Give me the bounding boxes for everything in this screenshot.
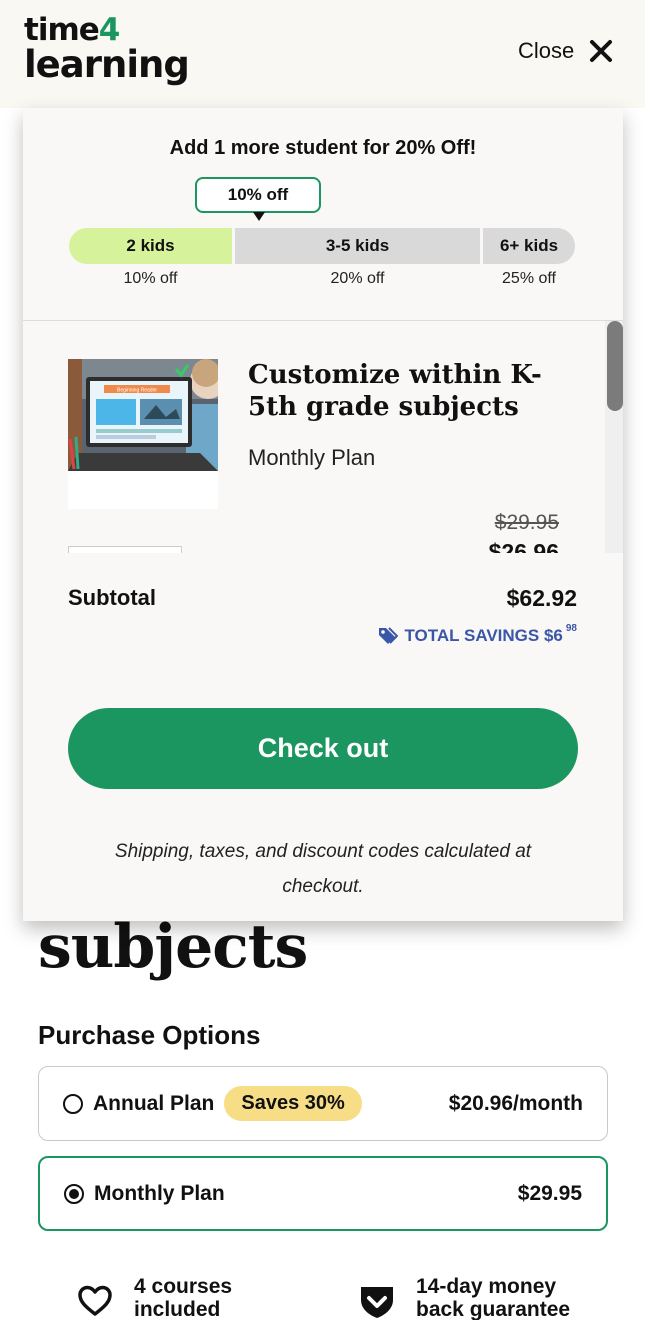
cart-item-original-price: $29.95 (494, 511, 559, 534)
annual-plan-radio[interactable] (63, 1093, 83, 1114)
tier-progress-bar: 2 kids 3-5 kids 6+ kids (69, 228, 575, 264)
cart-item-list[interactable]: Beginning Reader Customize within K-5th … (23, 321, 623, 553)
tier-2-kids: 2 kids (69, 228, 232, 264)
product-image: Beginning Reader (68, 359, 218, 509)
heart-icon (78, 1285, 112, 1316)
saves-badge: Saves 30% (224, 1086, 362, 1121)
image-screen-title: Beginning Reader (117, 388, 157, 394)
quantity-selector[interactable] (68, 546, 182, 553)
close-button[interactable]: Close (518, 38, 614, 64)
close-x-icon (590, 40, 613, 62)
cart-item-plan: Monthly Plan (248, 445, 376, 470)
product-heading: subjects (38, 912, 308, 982)
cart-item-title: Customize within K-5th grade subjects (248, 360, 542, 422)
checkout-note: Shipping, taxes, and discount codes calc… (114, 841, 532, 897)
shield-check-icon (361, 1287, 393, 1318)
site-header: time4 learning Close (0, 0, 645, 108)
monthly-plan-radio[interactable] (64, 1183, 84, 1204)
annual-plan-name: Annual Plan (93, 1091, 215, 1115)
cart-scroll-thumb[interactable] (607, 321, 623, 411)
price-tag-icon (379, 627, 399, 644)
tier-2-kids-discount: 10% off (123, 270, 178, 287)
feature-guarantee-text: 14-day money back guarantee (416, 1275, 571, 1320)
feature-courses: 4 courses included (76, 1275, 314, 1320)
annual-plan-option[interactable]: Annual Plan Saves 30% $20.96/month (38, 1066, 608, 1141)
subtotal-value: $62.92 (506, 585, 577, 611)
monthly-plan-price: $29.95 (517, 1181, 582, 1205)
cart-panel: Add 1 more student for 20% Off! 10% off … (23, 108, 623, 921)
cart-item-discounted-price: $26.96 (488, 539, 559, 553)
promo-title: Add 1 more student for 20% Off! (169, 137, 477, 159)
discount-tooltip: 10% off (195, 177, 321, 213)
tier-3-5-kids: 3-5 kids (235, 228, 480, 264)
monthly-plan-name: Monthly Plan (94, 1181, 225, 1205)
tier-3-5-kids-discount: 20% off (330, 270, 385, 287)
feature-guarantee: 14-day money back guarantee (358, 1275, 596, 1320)
tier-6-plus-kids: 6+ kids (483, 228, 575, 264)
purchase-options-title: Purchase Options (38, 1020, 261, 1050)
tier-6-plus-kids-discount: 25% off (502, 270, 556, 287)
total-savings-cents: 98 (565, 623, 577, 635)
close-label: Close (518, 38, 575, 63)
cart-scrollbar[interactable] (605, 321, 623, 553)
checkout-button[interactable]: Check out (68, 708, 578, 789)
time4learning-logo[interactable]: time4 learning (24, 14, 190, 86)
logo-word-learning: learning (24, 43, 190, 86)
monthly-plan-option[interactable]: Monthly Plan $29.95 (38, 1156, 608, 1231)
annual-plan-price: $20.96/month (448, 1091, 583, 1115)
tooltip-arrow (253, 212, 265, 221)
total-savings: TOTAL SAVINGS $6 98 (378, 623, 577, 646)
total-savings-label: TOTAL SAVINGS $6 (404, 626, 563, 645)
subtotal-label: Subtotal (68, 585, 156, 610)
feature-courses-text: 4 courses included (134, 1275, 233, 1320)
